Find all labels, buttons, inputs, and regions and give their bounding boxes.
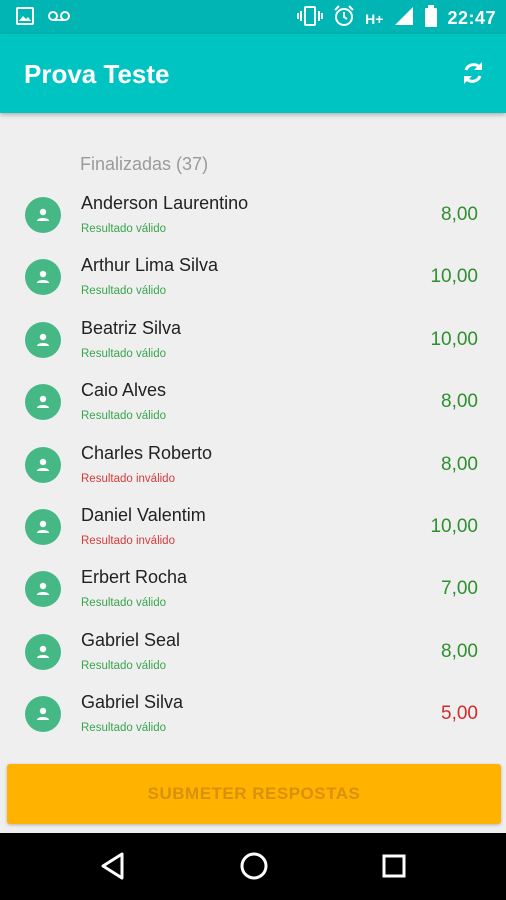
student-list: Anderson Laurentino Resultado válido 8,00 A…	[0, 184, 506, 746]
score: 10,00	[430, 266, 478, 288]
score: 8,00	[441, 640, 478, 662]
result-status: Resultado válido	[81, 659, 167, 672]
score: 5,00	[441, 703, 478, 725]
student-name: Daniel Valentim	[81, 504, 206, 525]
back-icon[interactable]	[100, 851, 126, 886]
submit-answers-button[interactable]: SUBMETER RESPOSTAS	[7, 764, 501, 824]
avatar	[25, 321, 61, 358]
result-status: Resultado válido	[81, 285, 167, 298]
student-name: Gabriel Silva	[81, 692, 184, 713]
list-item[interactable]: Erbert Rocha Resultado válido 7,00	[0, 558, 506, 620]
avatar	[25, 384, 61, 421]
avatar	[25, 508, 61, 545]
home-icon[interactable]	[239, 851, 269, 886]
result-status: Resultado inválido	[81, 534, 175, 547]
avatar	[25, 696, 61, 733]
result-status: Resultado válido	[81, 347, 167, 360]
result-status: Resultado válido	[81, 597, 167, 610]
score: 10,00	[430, 515, 478, 537]
avatar	[25, 197, 61, 233]
battery-icon	[425, 5, 438, 32]
result-status: Resultado válido	[81, 223, 167, 235]
image-icon	[16, 7, 34, 30]
refresh-icon[interactable]	[458, 58, 488, 88]
student-name: Arthur Lima Silva	[81, 255, 219, 276]
result-status: Resultado válido	[81, 410, 167, 423]
list-item[interactable]: Arthur Lima Silva Resultado válido 10,00	[0, 246, 506, 308]
student-name: Erbert Rocha	[81, 567, 188, 588]
avatar	[25, 571, 61, 608]
result-status: Resultado inválido	[81, 472, 175, 485]
list-item[interactable]: Beatriz Silva Resultado válido 10,00	[0, 309, 506, 371]
avatar	[25, 633, 61, 670]
status-bar: H+ 22:47	[0, 0, 506, 34]
student-name: Anderson Laurentino	[81, 193, 249, 213]
student-name: Beatriz Silva	[81, 317, 182, 338]
list-item[interactable]: Charles Roberto Resultado inválido 8,00	[0, 434, 506, 496]
clock: 22:47	[447, 8, 496, 28]
vibrate-icon	[297, 5, 324, 32]
student-name: Charles Roberto	[81, 442, 213, 463]
network-type: H+	[365, 10, 384, 27]
alarm-icon	[333, 5, 355, 32]
page-title: Prova Teste	[24, 59, 170, 89]
result-status: Resultado válido	[81, 722, 167, 735]
list-item[interactable]: Caio Alves Resultado válido 8,00	[0, 371, 506, 433]
voicemail-icon	[48, 9, 70, 28]
avatar	[25, 259, 61, 296]
student-name: Caio Alves	[81, 380, 167, 401]
recents-icon[interactable]	[381, 851, 407, 886]
signal-icon	[393, 5, 415, 32]
list-item[interactable]: Anderson Laurentino Resultado válido 8,00	[0, 184, 506, 246]
score: 8,00	[441, 391, 478, 413]
student-name: Gabriel Seal	[81, 629, 181, 650]
list-item[interactable]: Gabriel Seal Resultado válido 8,00	[0, 621, 506, 683]
section-header: Finalizadas (37)	[80, 154, 209, 174]
avatar	[25, 446, 61, 483]
list-item[interactable]: Daniel Valentim Resultado inválido 10,00	[0, 496, 506, 558]
score: 7,00	[441, 578, 478, 600]
score: 8,00	[441, 204, 478, 225]
score: 8,00	[441, 453, 478, 475]
navigation-bar	[0, 833, 506, 900]
app-bar: Prova Teste	[0, 34, 506, 113]
list-item[interactable]: Gabriel Silva Resultado válido 5,00	[0, 683, 506, 745]
score: 10,00	[430, 328, 478, 350]
